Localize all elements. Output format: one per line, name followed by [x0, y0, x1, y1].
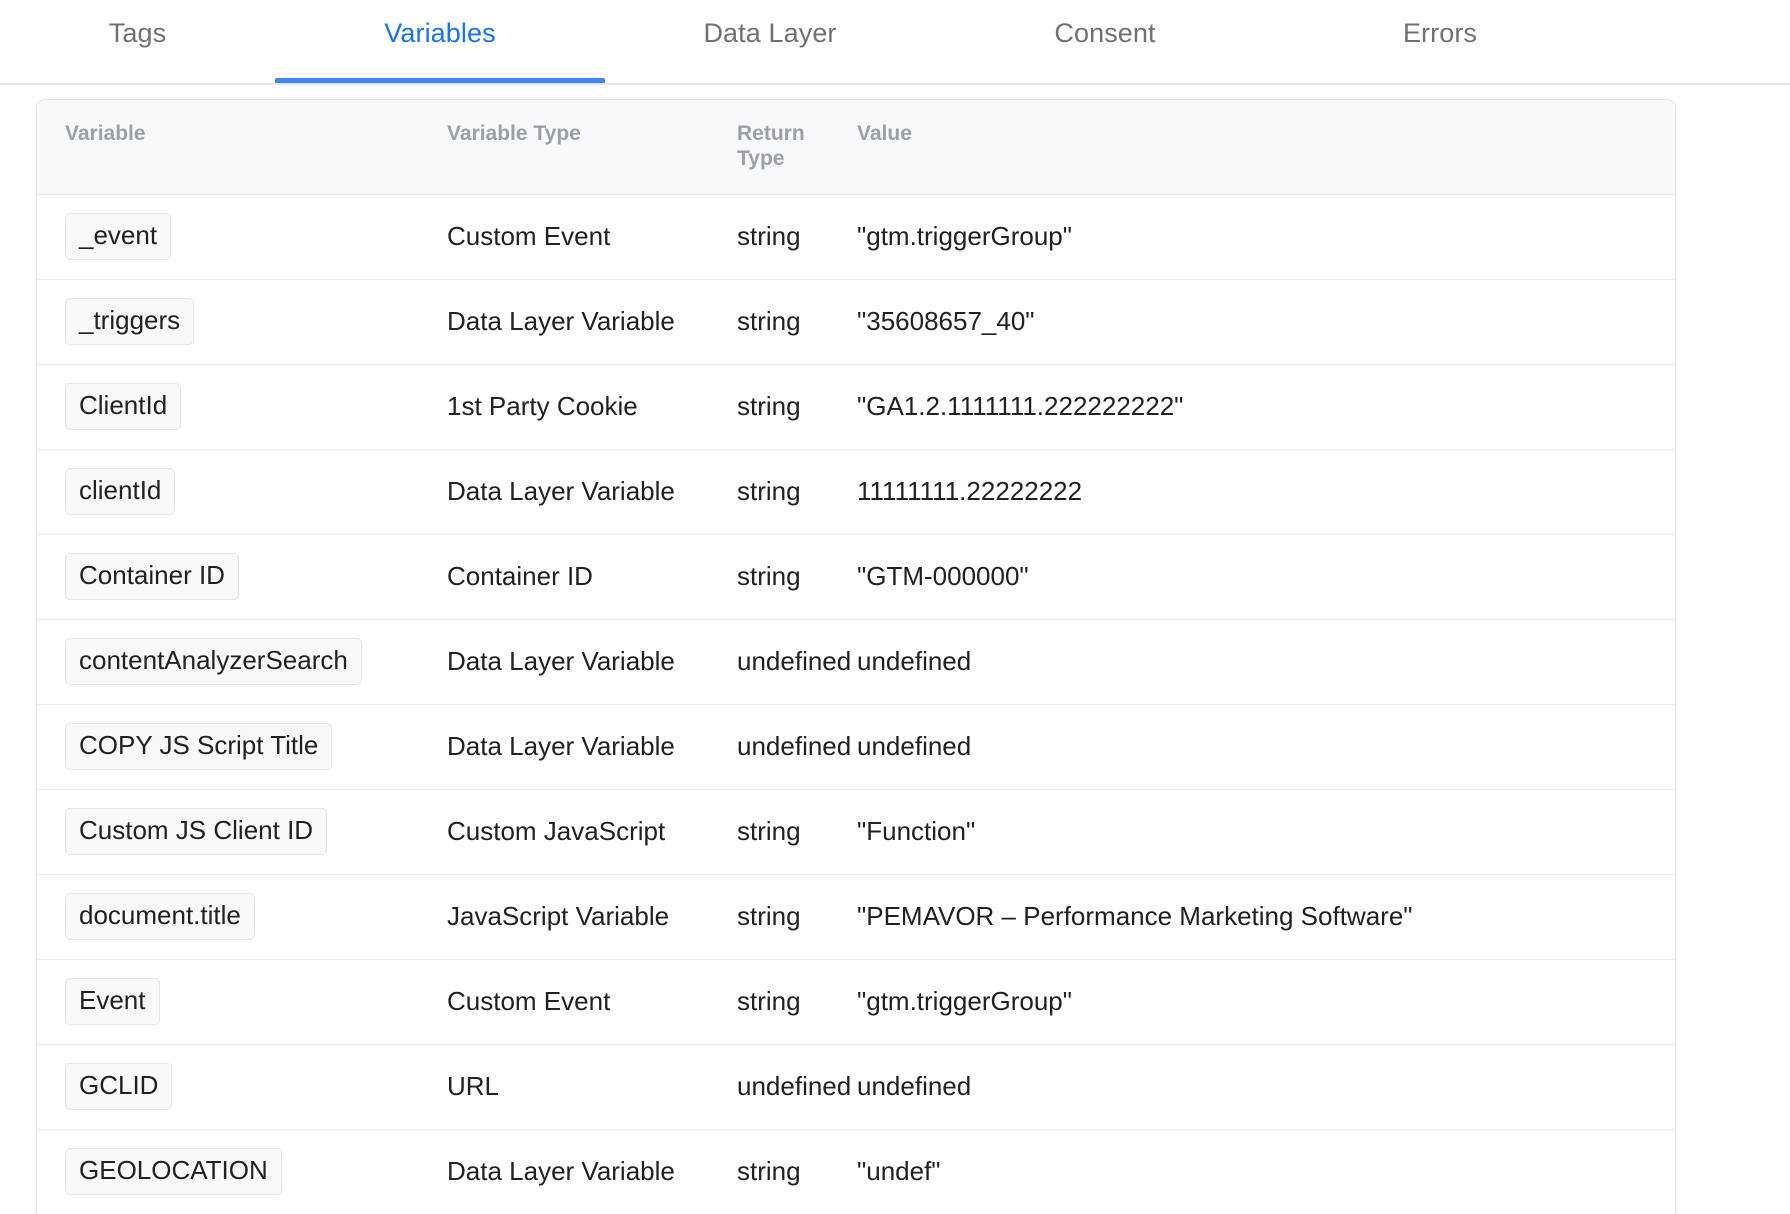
- cell-value: "gtm.triggerGroup": [857, 221, 1072, 252]
- variable-name-chip[interactable]: document.title: [65, 892, 255, 941]
- cell-variable: _event: [37, 194, 447, 279]
- table-row[interactable]: Custom JS Client ID Custom JavaScript stri…: [37, 788, 1675, 875]
- tab-variables-label: Variables: [384, 18, 496, 48]
- cell-value: "Function": [857, 788, 1675, 875]
- variable-name-chip[interactable]: Container ID: [65, 552, 239, 601]
- cell-variable: _triggers: [37, 278, 447, 365]
- cell-variable-type: Data Layer Variable: [447, 278, 737, 365]
- cell-return-type: string: [737, 533, 857, 620]
- cell-return-type: string: [737, 363, 857, 450]
- cell-value: "PEMAVOR – Performance Marketing Softwar…: [857, 873, 1675, 960]
- variable-name-chip[interactable]: GCLID: [65, 1062, 173, 1111]
- column-header-variable-type[interactable]: Variable Type: [447, 100, 737, 195]
- tab-bar: Tags Variables Data Layer Consent Errors: [0, 0, 1790, 85]
- cell-variable: ClientId: [37, 363, 447, 450]
- cell-variable-type: Custom Event: [447, 958, 737, 1045]
- tab-variables[interactable]: Variables: [275, 0, 605, 83]
- tab-list: Tags Variables Data Layer Consent Errors: [0, 0, 1790, 83]
- cell-variable: Container ID: [37, 533, 447, 620]
- cell-value: "gtm.triggerGroup": [857, 958, 1675, 1045]
- table-header-row: Variable Variable Type Return Type Value: [37, 100, 1675, 195]
- table-row[interactable]: GEOLOCATION Data Layer Variable string "und…: [37, 1128, 1675, 1214]
- cell-variable: contentAnalyzerSearch: [37, 618, 447, 705]
- variable-name-chip[interactable]: COPY JS Script Title: [65, 722, 333, 771]
- column-header-return-type-line1: Return: [737, 122, 805, 145]
- cell-variable-type: Data Layer Variable: [447, 1128, 737, 1214]
- cell-variable: GEOLOCATION: [37, 1128, 447, 1214]
- variable-name-chip[interactable]: clientId: [65, 467, 176, 516]
- cell-value: "undef": [857, 1128, 1675, 1214]
- cell-variable: Event: [37, 958, 447, 1045]
- cell-variable-type: JavaScript Variable: [447, 873, 737, 960]
- tab-data-layer-label: Data Layer: [703, 18, 837, 48]
- cell-variable-type: URL: [447, 1043, 737, 1130]
- variable-name-chip[interactable]: contentAnalyzerSearch: [65, 637, 362, 686]
- tab-consent[interactable]: Consent: [935, 0, 1275, 83]
- cell-value: undefined: [857, 1043, 1675, 1130]
- table-row[interactable]: document.title JavaScript Variable string "…: [37, 873, 1675, 960]
- cell-variable: Custom JS Client ID: [37, 788, 447, 875]
- variable-name-chip[interactable]: GEOLOCATION: [65, 1147, 282, 1196]
- cell-variable-type: Custom JavaScript: [447, 788, 737, 875]
- variable-name-chip[interactable]: _triggers: [65, 297, 195, 346]
- cell-variable: document.title: [37, 873, 447, 960]
- cell-return-type: string: [737, 221, 801, 252]
- cell-return-type: string: [737, 1128, 857, 1214]
- active-tab-indicator: [275, 78, 605, 83]
- table-row[interactable]: ClientId 1st Party Cookie string "GA1.2.111…: [37, 363, 1675, 450]
- tab-errors-label: Errors: [1402, 18, 1478, 48]
- column-header-return-type[interactable]: Return Type: [737, 100, 857, 195]
- cell-value: "GTM-000000": [857, 533, 1675, 620]
- cell-value: undefined: [857, 703, 1675, 790]
- cell-return-type: string: [737, 448, 857, 535]
- cell-value: "GA1.2.1111111.222222222": [857, 363, 1675, 450]
- cell-return-type: string: [737, 958, 857, 1045]
- variable-name-chip[interactable]: Custom JS Client ID: [65, 807, 328, 856]
- table-row[interactable]: GCLID URL undefined undefined: [37, 1043, 1675, 1130]
- variable-name-chip[interactable]: _event: [65, 212, 172, 261]
- cell-variable-type: Data Layer Variable: [447, 448, 737, 535]
- table-row[interactable]: _event Custom Event string "gtm.triggerGrou…: [37, 194, 1675, 279]
- cell-return-type: undefined: [737, 703, 857, 790]
- tab-data-layer[interactable]: Data Layer: [605, 0, 935, 83]
- table-row[interactable]: COPY JS Script Title Data Layer Variable u…: [37, 703, 1675, 790]
- variables-table-card: Variable Variable Type Return Type Value …: [36, 99, 1676, 1214]
- variable-name-chip[interactable]: Event: [65, 977, 160, 1026]
- cell-return-type: undefined: [737, 1043, 857, 1130]
- cell-variable: clientId: [37, 448, 447, 535]
- cell-value: "35608657_40": [857, 278, 1675, 365]
- tab-errors[interactable]: Errors: [1275, 0, 1605, 83]
- tab-consent-label: Consent: [1054, 18, 1156, 48]
- cell-return-type: undefined: [737, 618, 857, 705]
- tab-tags[interactable]: Tags: [0, 0, 275, 83]
- cell-variable-type: Data Layer Variable: [447, 703, 737, 790]
- tab-tags-label: Tags: [108, 18, 167, 48]
- cell-value: 11111111.22222222: [857, 448, 1675, 535]
- table-header: Variable Variable Type Return Type Value: [37, 100, 1675, 195]
- table-row[interactable]: Container ID Container ID string "GTM-00000…: [37, 533, 1675, 620]
- cell-variable-type: Container ID: [447, 533, 737, 620]
- table-row[interactable]: Event Custom Event string "gtm.triggerGroup…: [37, 958, 1675, 1045]
- cell-value: undefined: [857, 618, 1675, 705]
- cell-variable: COPY JS Script Title: [37, 703, 447, 790]
- cell-variable-type: Custom Event: [447, 221, 611, 252]
- table-body: _event Custom Event string "gtm.triggerGrou…: [37, 194, 1675, 1214]
- cell-variable: GCLID: [37, 1043, 447, 1130]
- column-header-variable[interactable]: Variable: [37, 100, 447, 195]
- column-header-value[interactable]: Value: [857, 100, 1675, 195]
- cell-return-type: string: [737, 788, 857, 875]
- cell-return-type: string: [737, 873, 857, 960]
- cell-variable-type: 1st Party Cookie: [447, 363, 737, 450]
- table-row[interactable]: clientId Data Layer Variable string 1111111…: [37, 448, 1675, 535]
- table-row[interactable]: _triggers Data Layer Variable string "35608…: [37, 278, 1675, 365]
- variable-name-chip[interactable]: ClientId: [65, 382, 182, 431]
- cell-return-type: string: [737, 278, 857, 365]
- column-header-return-type-line2: Type: [737, 146, 785, 170]
- variables-table: Variable Variable Type Return Type Value …: [37, 100, 1675, 1214]
- cell-variable-type: Data Layer Variable: [447, 618, 737, 705]
- table-row[interactable]: contentAnalyzerSearch Data Layer Variable…: [37, 618, 1675, 705]
